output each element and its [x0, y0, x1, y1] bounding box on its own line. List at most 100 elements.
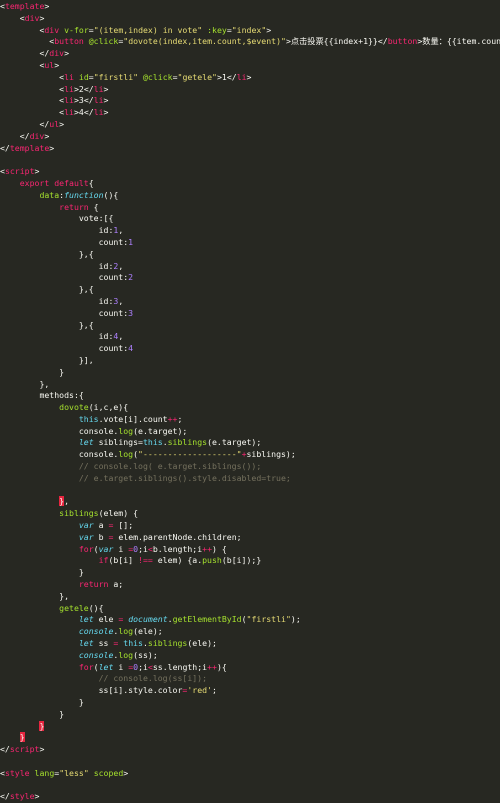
code-token: ss	[93, 638, 114, 649]
code-line[interactable]: console.log("-------------------"+siblin…	[0, 449, 500, 461]
code-token: </	[39, 48, 50, 59]
code-line[interactable]: let ss = this.siblings(ele);	[0, 638, 500, 650]
code-line[interactable]: // e.target.siblings().style.disabled=tr…	[0, 473, 500, 485]
code-line[interactable]: </style>	[0, 791, 500, 803]
code-line[interactable]: <div v-for="(item,index) in vote" :key="…	[0, 25, 500, 37]
code-line[interactable]: </div>	[0, 48, 500, 60]
code-token: siblings);	[246, 449, 296, 460]
code-line[interactable]: getele(){	[0, 603, 500, 615]
code-token: >	[123, 767, 129, 778]
code-token: >	[54, 59, 60, 70]
code-token: return	[59, 201, 89, 212]
code-line[interactable]	[0, 780, 500, 792]
code-line[interactable]: let ele = document.getElementById("first…	[0, 614, 500, 626]
code-line[interactable]: <li>4</li>	[0, 107, 500, 119]
code-line[interactable]: id:3,	[0, 296, 500, 308]
code-line[interactable]: ss[i].style.color='red';	[0, 685, 500, 697]
code-line[interactable]: </ul>	[0, 119, 500, 131]
code-line[interactable]: id:1,	[0, 225, 500, 237]
code-token: script	[4, 166, 35, 177]
code-line[interactable]: }	[0, 697, 500, 709]
code-token: {	[88, 201, 99, 212]
code-line[interactable]: siblings(elem) {	[0, 508, 500, 520]
code-token: console.	[78, 449, 119, 460]
code-line[interactable]: }],	[0, 355, 500, 367]
code-line[interactable]: <li>2</li>	[0, 84, 500, 96]
code-line[interactable]: console.log(ss);	[0, 650, 500, 662]
code-line[interactable]: },{	[0, 249, 500, 261]
code-line[interactable]: let siblings=this.siblings(e.target);	[0, 437, 500, 449]
code-line[interactable]: <ul>	[0, 60, 500, 72]
code-line[interactable]: }	[0, 367, 500, 379]
code-line[interactable]: count:4	[0, 343, 500, 355]
code-line[interactable]: this.vote[i].count++;	[0, 414, 500, 426]
code-token: v-for	[64, 24, 89, 35]
code-token: count:	[98, 343, 129, 354]
code-line[interactable]	[0, 154, 500, 166]
code-line[interactable]: <script>	[0, 166, 500, 178]
code-line[interactable]: <button @click="dovote(index,item.count,…	[0, 36, 500, 48]
code-token: (e.target);	[133, 425, 188, 436]
code-line[interactable]: for(let i =0;i<ss.length;i++){	[0, 662, 500, 674]
code-token: style	[4, 767, 30, 778]
code-line[interactable]	[0, 756, 500, 768]
code-line[interactable]: id:4,	[0, 331, 500, 343]
code-token: methods:{	[39, 390, 84, 401]
code-line[interactable]: id:2,	[0, 261, 500, 273]
code-line[interactable]: var a = [];	[0, 520, 500, 532]
code-line[interactable]: console.log(e.target);	[0, 426, 500, 438]
code-line[interactable]: return {	[0, 202, 500, 214]
code-token: </	[377, 36, 388, 47]
code-line[interactable]: }	[0, 567, 500, 579]
code-line[interactable]: },{	[0, 320, 500, 332]
code-token: button	[54, 36, 84, 47]
code-line[interactable]: var b = elem.parentNode.children;	[0, 532, 500, 544]
code-token: }	[39, 720, 45, 731]
code-line[interactable]: for(var i =0;i<b.length;i++) {	[0, 544, 500, 556]
code-line[interactable]: </div>	[0, 131, 500, 143]
code-line[interactable]: count:1	[0, 237, 500, 249]
code-line[interactable]: export default{	[0, 178, 500, 190]
code-token: count:	[98, 272, 129, 283]
code-line[interactable]: return a;	[0, 579, 500, 591]
code-line[interactable]: data:function(){	[0, 190, 500, 202]
code-token: console	[78, 649, 114, 660]
code-editor[interactable]: <template> <div> <div v-for="(item,index…	[0, 0, 500, 801]
code-token: .vote[	[98, 413, 129, 424]
code-line[interactable]: if(b[i] !== elem) {a.push(b[i]);}	[0, 555, 500, 567]
code-line[interactable]: dovote(i,c,e){	[0, 402, 500, 414]
code-line[interactable]: <div>	[0, 13, 500, 25]
code-token: var	[78, 520, 94, 531]
code-line[interactable]: }	[0, 709, 500, 721]
code-line[interactable]	[0, 485, 500, 497]
code-line[interactable]: console.log(ele);	[0, 626, 500, 638]
code-token: var	[98, 543, 114, 554]
code-line[interactable]: // console.log( e.target.siblings());	[0, 461, 500, 473]
code-token: </	[0, 744, 10, 755]
code-line[interactable]: },	[0, 379, 500, 391]
code-line[interactable]: methods:{	[0, 390, 500, 402]
code-token: let	[78, 437, 94, 448]
code-line[interactable]: </template>	[0, 143, 500, 155]
code-line[interactable]: count:3	[0, 308, 500, 320]
code-line[interactable]: }	[0, 720, 500, 733]
code-line[interactable]: <li id="firstli" @click="getele">1</li>	[0, 72, 500, 84]
code-line[interactable]: vote:[{	[0, 213, 500, 225]
code-line[interactable]: // console.log(ss[i]);	[0, 673, 500, 685]
code-line[interactable]: </script>	[0, 744, 500, 756]
code-line[interactable]: <template>	[0, 1, 500, 13]
code-line[interactable]: }	[0, 732, 500, 744]
code-line[interactable]: count:2	[0, 272, 500, 284]
code-line[interactable]: },{	[0, 284, 500, 296]
code-line[interactable]: },	[0, 591, 500, 603]
code-line[interactable]: <style lang="less" scoped>	[0, 768, 500, 780]
code-line[interactable]: <li>3</li>	[0, 95, 500, 107]
code-line[interactable]: },	[0, 496, 500, 508]
